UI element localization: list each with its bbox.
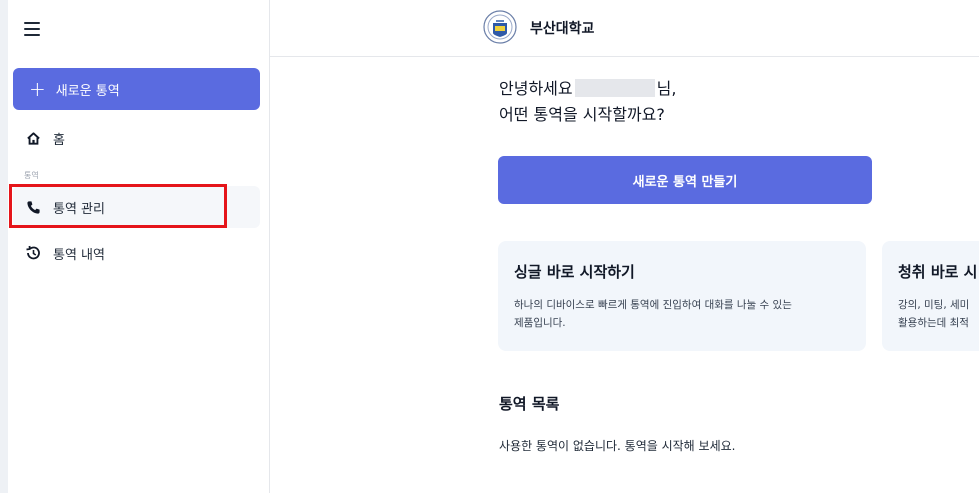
new-call-button[interactable]: + 새로운 통역 bbox=[13, 68, 260, 110]
brand-name: 부산대학교 bbox=[530, 21, 595, 37]
listen-start-card[interactable]: 청취 바로 시 강의, 미팅, 세미 활용하는데 최적 bbox=[882, 241, 979, 351]
header bbox=[270, 0, 979, 57]
greeting: 안녕하세요 님, bbox=[499, 77, 676, 101]
sidebar-item-label: 홈 bbox=[53, 132, 65, 148]
phone-icon bbox=[25, 199, 41, 215]
call-list-title: 통역 목록 bbox=[499, 395, 560, 413]
card-desc-line: 제품입니다. bbox=[514, 317, 566, 329]
sidebar-item-label: 통역 내역 bbox=[53, 247, 105, 263]
history-icon bbox=[25, 245, 41, 261]
card-desc-line: 하나의 디바이스로 빠르게 통역에 진입하여 대화를 나눌 수 있는 bbox=[514, 299, 792, 311]
single-start-card[interactable]: 싱글 바로 시작하기 하나의 디바이스로 빠르게 통역에 진입하여 대화를 나눌… bbox=[498, 241, 866, 351]
card-desc-line: 활용하는데 최적 bbox=[898, 317, 969, 329]
greeting-prefix: 안녕하세요 bbox=[499, 79, 573, 98]
sidebar-item-manage[interactable]: 통역 관리 bbox=[13, 186, 260, 228]
card-title: 싱글 바로 시작하기 bbox=[514, 263, 635, 281]
sidebar-item-label: 통역 관리 bbox=[53, 201, 105, 217]
call-list-empty-message: 사용한 통역이 없습니다. 통역을 시작해 보세요. bbox=[499, 439, 736, 453]
card-desc-line: 강의, 미팅, 세미 bbox=[898, 299, 970, 311]
greeting-suffix: 님, bbox=[656, 79, 677, 98]
greeting-question: 어떤 통역을 시작할까요? bbox=[499, 105, 665, 124]
home-icon bbox=[25, 130, 41, 146]
app: + 새로운 통역 홈 통역 통역 관리 통역 내역 부산대학교 안녕하세요 님,… bbox=[0, 0, 979, 493]
plus-icon: + bbox=[29, 77, 46, 101]
sidebar-item-home[interactable]: 홈 bbox=[13, 117, 260, 159]
new-call-label: 새로운 통역 bbox=[55, 83, 120, 99]
sidebar: + 새로운 통역 홈 통역 통역 관리 통역 내역 bbox=[0, 0, 270, 493]
card-description: 하나의 디바이스로 빠르게 통역에 진입하여 대화를 나눌 수 있는 제품입니다… bbox=[514, 296, 850, 332]
create-call-button[interactable]: 새로운 통역 만들기 bbox=[498, 156, 872, 204]
sidebar-item-history[interactable]: 통역 내역 bbox=[13, 232, 260, 274]
sidebar-edge bbox=[0, 0, 8, 493]
section-label: 통역 bbox=[24, 171, 39, 180]
redacted-user-name bbox=[574, 79, 655, 97]
university-logo[interactable] bbox=[483, 10, 517, 44]
hamburger-icon[interactable] bbox=[24, 22, 40, 36]
card-title: 청취 바로 시 bbox=[898, 263, 978, 281]
card-description: 강의, 미팅, 세미 활용하는데 최적 bbox=[898, 296, 979, 332]
